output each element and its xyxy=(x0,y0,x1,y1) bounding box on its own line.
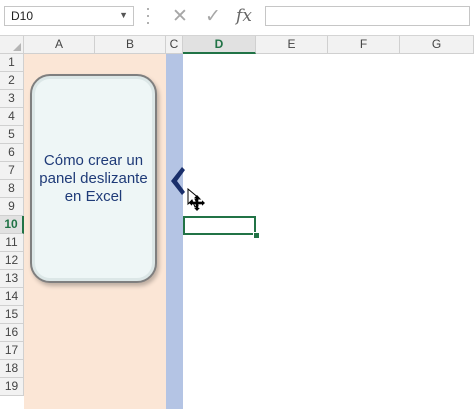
panel-shape-button[interactable]: Cómo crear un panel deslizante en Excel xyxy=(30,74,157,283)
row-header[interactable]: 19 xyxy=(0,378,24,396)
row-header[interactable]: 6 xyxy=(0,144,24,162)
row-header[interactable]: 14 xyxy=(0,288,24,306)
row-header[interactable]: 17 xyxy=(0,342,24,360)
column-header-a[interactable]: A xyxy=(24,36,95,54)
drag-handle-icon[interactable] xyxy=(146,6,150,26)
check-icon[interactable]: ✓ xyxy=(201,4,225,28)
formula-bar: D10 ▼ ✕ ✓ fx xyxy=(0,0,474,36)
row-header[interactable]: 15 xyxy=(0,306,24,324)
column-header-g[interactable]: G xyxy=(400,36,474,54)
row-header[interactable]: 13 xyxy=(0,270,24,288)
row-header[interactable]: 9 xyxy=(0,198,24,216)
row-header[interactable]: 5 xyxy=(0,126,24,144)
column-header-f[interactable]: F xyxy=(328,36,400,54)
x-icon[interactable]: ✕ xyxy=(168,4,192,28)
row-header[interactable]: 7 xyxy=(0,162,24,180)
row-header[interactable]: 10 xyxy=(0,216,24,234)
row-header[interactable]: 16 xyxy=(0,324,24,342)
row-header[interactable]: 1 xyxy=(0,54,24,72)
row-header[interactable]: 11 xyxy=(0,234,24,252)
column-header-e[interactable]: E xyxy=(256,36,328,54)
row-header[interactable]: 18 xyxy=(0,360,24,378)
insert-function-button[interactable]: fx xyxy=(232,4,256,28)
name-box[interactable]: D10 ▼ xyxy=(4,6,134,26)
column-header-d[interactable]: D xyxy=(183,36,256,54)
formula-input[interactable] xyxy=(265,6,470,26)
row-header[interactable]: 8 xyxy=(0,180,24,198)
column-header-c[interactable]: C xyxy=(166,36,183,54)
select-all-button[interactable] xyxy=(0,36,24,54)
row-header[interactable]: 2 xyxy=(0,72,24,90)
panel-title: Cómo crear un panel deslizante en Excel xyxy=(39,151,148,205)
selected-cell[interactable] xyxy=(183,216,256,235)
fill-handle[interactable] xyxy=(253,232,260,239)
row-header[interactable]: 3 xyxy=(0,90,24,108)
move-cursor-icon xyxy=(187,188,205,211)
column-header-b[interactable]: B xyxy=(95,36,166,54)
name-box-value: D10 xyxy=(11,9,34,23)
panel-divider xyxy=(166,54,183,409)
row-header[interactable]: 12 xyxy=(0,252,24,270)
chevron-down-icon[interactable]: ▼ xyxy=(119,10,128,20)
chevron-left-icon[interactable] xyxy=(168,166,186,196)
row-header[interactable]: 4 xyxy=(0,108,24,126)
